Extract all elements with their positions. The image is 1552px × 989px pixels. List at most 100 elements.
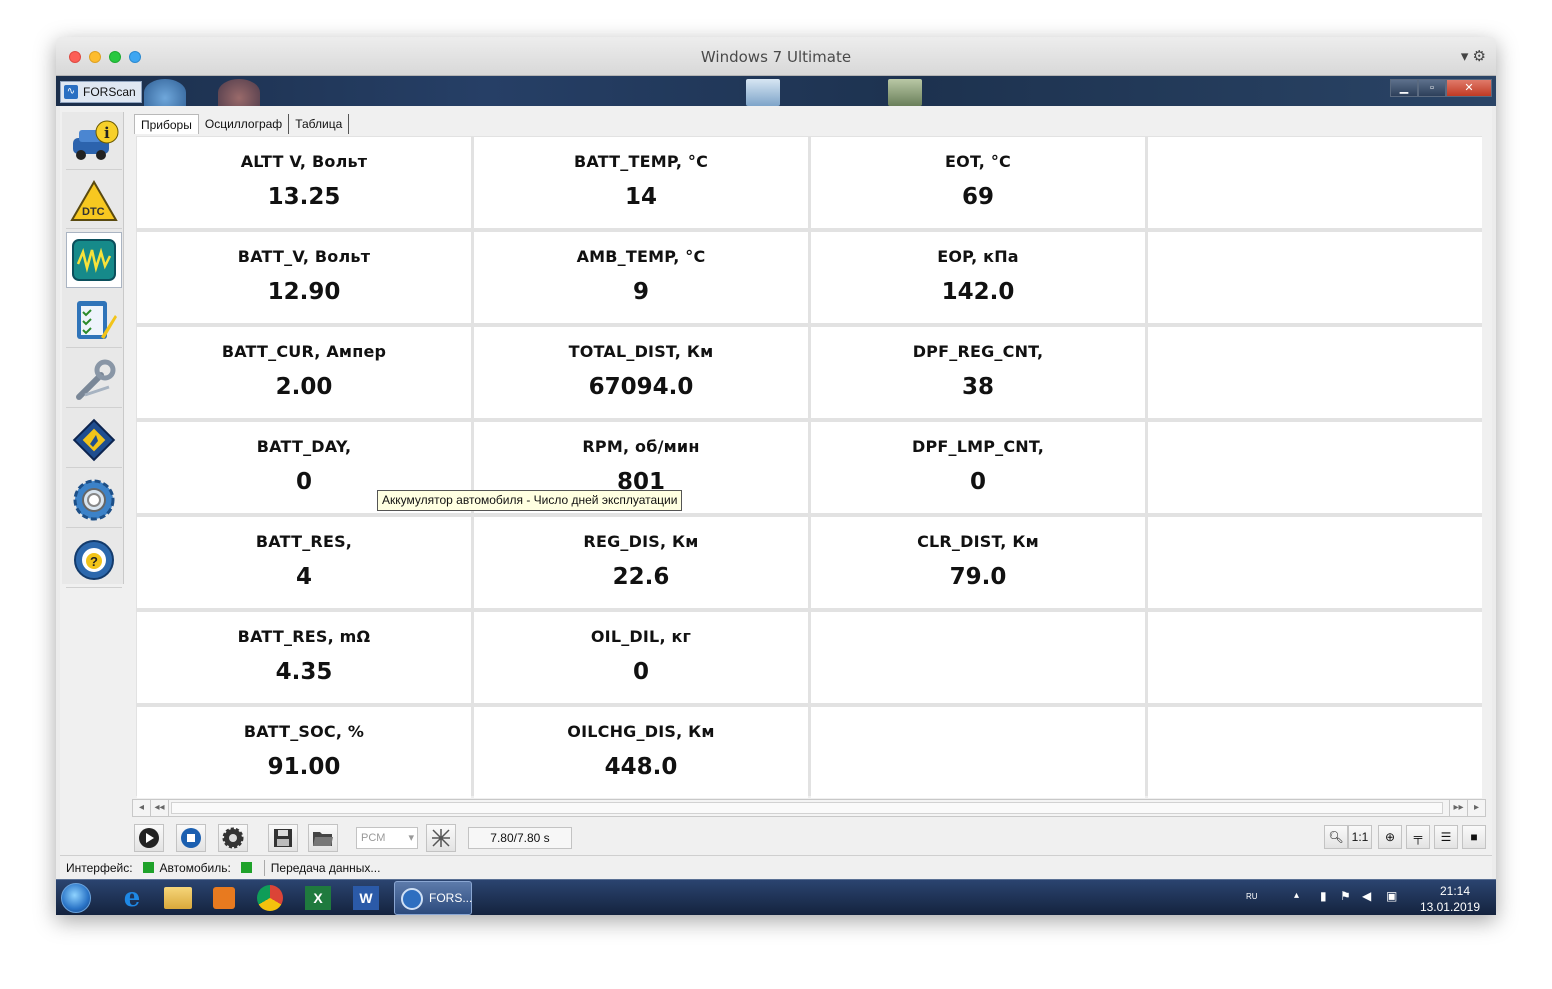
battery-icon[interactable]: ▮ — [1320, 889, 1327, 903]
flag-icon[interactable]: ⚑ — [1340, 889, 1351, 903]
tray-expand-icon[interactable]: ▴ — [1294, 890, 1299, 901]
taskbar-forscan[interactable]: FORS... — [394, 881, 472, 915]
gauge-value: 22.6 — [612, 564, 670, 590]
excel-icon[interactable]: X — [300, 883, 336, 913]
network-icon[interactable]: ▣ — [1386, 889, 1397, 903]
gauge-value: 0 — [632, 659, 649, 685]
vehicle-info-icon: i — [73, 120, 119, 160]
sidebar-dtc[interactable]: DTC — [66, 173, 122, 229]
zoom-in-button[interactable]: ⊕ — [1378, 825, 1402, 849]
gauge-cell[interactable]: BATT_RES, 4 — [137, 517, 471, 608]
gauge-cell[interactable]: EOT, °C 69 — [811, 137, 1145, 228]
gauge-cell[interactable]: DPF_LMP_CNT, 0 — [811, 422, 1145, 513]
gauge-label: BATT_RES, — [255, 532, 353, 551]
gauge-cell[interactable]: BATT_SOC, % 91.00 — [137, 707, 471, 798]
scroll-thumb[interactable] — [171, 802, 1443, 814]
gauge-cell-empty[interactable] — [1148, 232, 1482, 323]
gauge-cell[interactable]: BATT_CUR, Ампер 2.00 — [137, 327, 471, 418]
tab-table[interactable]: Таблица — [289, 114, 350, 134]
gauge-label: DPF_LMP_CNT, — [911, 437, 1045, 456]
gauge-cell[interactable]: AMB_TEMP, °C 9 — [474, 232, 808, 323]
sidebar-vehicle-info[interactable]: i — [66, 114, 122, 170]
wrench-icon — [76, 359, 116, 400]
gauge-value: 4.35 — [275, 659, 333, 685]
gauge-cell[interactable]: EOP, кПа 142.0 — [811, 232, 1145, 323]
gauge-label: DPF_REG_CNT, — [912, 342, 1044, 361]
open-button[interactable] — [308, 824, 338, 852]
gauge-value: 67094.0 — [588, 374, 694, 400]
window-tools-gear-icon[interactable]: ▾ ⚙ — [1461, 47, 1486, 65]
gauge-value: 448.0 — [604, 754, 678, 780]
explorer-icon[interactable] — [160, 883, 196, 913]
gauge-label: CLR_DIST, Км — [917, 532, 1039, 551]
scroll-left-icon[interactable]: ◂ — [133, 800, 151, 816]
gauge-cell[interactable]: REG_DIS, Км 22.6 — [474, 517, 808, 608]
zoom-reset-button[interactable]: 1:1 — [1348, 825, 1372, 849]
ie-icon[interactable]: e — [114, 883, 150, 913]
gauge-label: OIL_DIL, кг — [590, 627, 692, 646]
sidebar-oscilloscope[interactable] — [66, 232, 122, 288]
scroll-start-icon[interactable]: ◂◂ — [151, 800, 169, 816]
system-tray: RU ▴ ▮ ⚑ ◀ ▣ 21:14 13.01.2019 — [1236, 880, 1496, 915]
play-icon — [139, 828, 159, 848]
checklist-icon — [77, 300, 117, 339]
sidebar-checklist[interactable] — [66, 292, 122, 348]
gauge-cell[interactable]: BATT_V, Вольт 12.90 — [137, 232, 471, 323]
scroll-right-icon[interactable]: ▸ — [1467, 800, 1485, 816]
horizontal-scrollbar[interactable]: ◂ ◂◂ ▸▸ ▸ — [132, 799, 1486, 817]
gauge-cell[interactable]: OIL_DIL, кг 0 — [474, 612, 808, 703]
win-minimize-button[interactable]: ▁ — [1390, 79, 1418, 97]
sidebar-help[interactable]: ? — [66, 532, 122, 588]
play-button[interactable] — [134, 824, 164, 852]
scroll-end-icon[interactable]: ▸▸ — [1449, 800, 1467, 816]
win-maximize-button[interactable]: ▫ — [1418, 79, 1446, 97]
sidebar-service[interactable] — [66, 352, 122, 408]
media-player-icon[interactable] — [206, 883, 242, 913]
forscan-window-tab[interactable]: ∿ FORScan — [60, 81, 142, 103]
lines-button[interactable]: ☰ — [1434, 825, 1458, 849]
gauge-label: OILCHG_DIS, Км — [567, 722, 715, 741]
start-button[interactable] — [61, 883, 91, 913]
gauge-cell-empty[interactable] — [811, 612, 1145, 703]
status-bar: Интерфейс: Автомобиль: Передача данных..… — [60, 855, 1492, 879]
fill-button[interactable]: ■ — [1462, 825, 1486, 849]
gauge-value: 69 — [961, 184, 994, 210]
marker-button[interactable]: ╤ — [1406, 825, 1430, 849]
sidebar-programming[interactable] — [66, 412, 122, 468]
desktop-globe-icon — [144, 79, 186, 106]
stop-button[interactable] — [176, 824, 206, 852]
volume-icon[interactable]: ◀ — [1362, 889, 1371, 903]
time-readout: 7.80/7.80 s — [468, 827, 572, 849]
gauge-cell-empty[interactable] — [811, 707, 1145, 798]
clock-date[interactable]: 13.01.2019 — [1420, 900, 1480, 914]
gauge-cell[interactable]: DPF_REG_CNT, 38 — [811, 327, 1145, 418]
save-button[interactable] — [268, 824, 298, 852]
win-close-button[interactable]: ✕ — [1446, 79, 1492, 97]
gauge-cell-empty[interactable] — [1148, 517, 1482, 608]
language-indicator[interactable]: RU — [1246, 892, 1258, 901]
tab-gauges[interactable]: Приборы — [134, 114, 199, 134]
gauge-cell-empty[interactable] — [1148, 327, 1482, 418]
clock-time[interactable]: 21:14 — [1440, 884, 1470, 898]
word-icon[interactable]: W — [348, 883, 384, 913]
gauge-cell-empty[interactable] — [1148, 612, 1482, 703]
tab-oscilloscope[interactable]: Осциллограф — [199, 114, 290, 134]
gauge-value: 12.90 — [267, 279, 341, 305]
clear-button[interactable] — [426, 824, 456, 852]
chrome-icon[interactable] — [252, 883, 288, 913]
gauge-cell[interactable]: OILCHG_DIS, Км 448.0 — [474, 707, 808, 798]
zoom-out-button[interactable]: 🔍︎ — [1324, 825, 1348, 849]
gauge-label: EOT, °C — [945, 152, 1011, 171]
gauge-cell[interactable]: BATT_TEMP, °C 14 — [474, 137, 808, 228]
gauge-cell[interactable]: TOTAL_DIST, Км 67094.0 — [474, 327, 808, 418]
gauge-cell-empty[interactable] — [1148, 422, 1482, 513]
gauge-value: 91.00 — [267, 754, 341, 780]
sidebar-settings[interactable] — [66, 472, 122, 528]
gauge-cell-empty[interactable] — [1148, 137, 1482, 228]
gauge-cell-empty[interactable] — [1148, 707, 1482, 798]
gauge-cell[interactable]: ALTT V, Вольт 13.25 — [137, 137, 471, 228]
gauge-cell[interactable]: CLR_DIST, Км 79.0 — [811, 517, 1145, 608]
module-select[interactable]: PCM ▾ — [356, 827, 418, 849]
config-button[interactable] — [218, 824, 248, 852]
gauge-cell[interactable]: BATT_RES, mΩ 4.35 — [137, 612, 471, 703]
